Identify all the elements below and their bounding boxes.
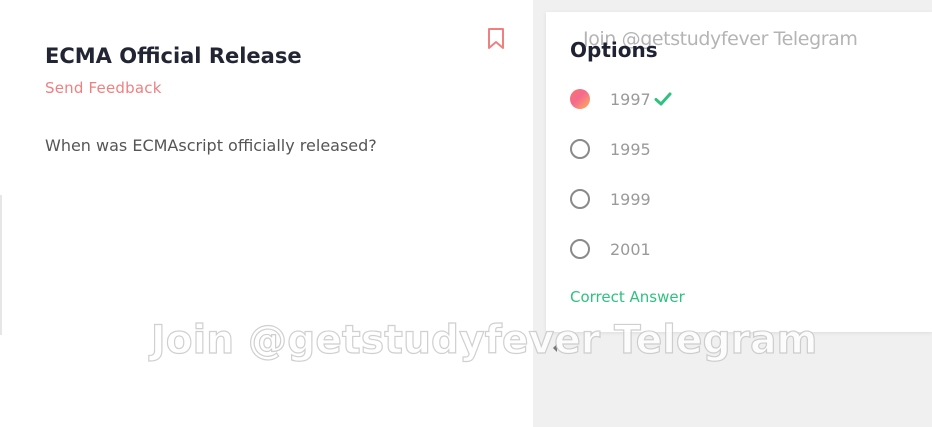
option-label: 2001 <box>610 240 651 259</box>
option-label: 1995 <box>610 140 651 159</box>
card-edge-divider <box>0 195 2 335</box>
radio-icon[interactable] <box>570 239 590 259</box>
send-feedback-link[interactable]: Send Feedback <box>45 79 162 97</box>
radio-selected-icon[interactable] <box>570 89 590 109</box>
option-label: 1997 <box>610 90 651 109</box>
option-1995[interactable]: 1995 <box>570 138 910 162</box>
options-title: Options <box>570 38 658 62</box>
question-text: When was ECMAscript officially released? <box>45 136 377 155</box>
radio-icon[interactable] <box>570 139 590 159</box>
question-title: ECMA Official Release <box>45 44 302 68</box>
bookmark-icon[interactable] <box>486 27 506 51</box>
checkmark-icon <box>654 91 672 107</box>
option-label: 1999 <box>610 190 651 209</box>
watermark-center: Join @getstudyfever Telegram <box>150 317 818 363</box>
option-1997[interactable]: 1997 <box>570 88 910 112</box>
option-2001[interactable]: 2001 <box>570 238 910 262</box>
correct-answer-label: Correct Answer <box>570 288 685 306</box>
radio-icon[interactable] <box>570 189 590 209</box>
option-1999[interactable]: 1999 <box>570 188 910 212</box>
